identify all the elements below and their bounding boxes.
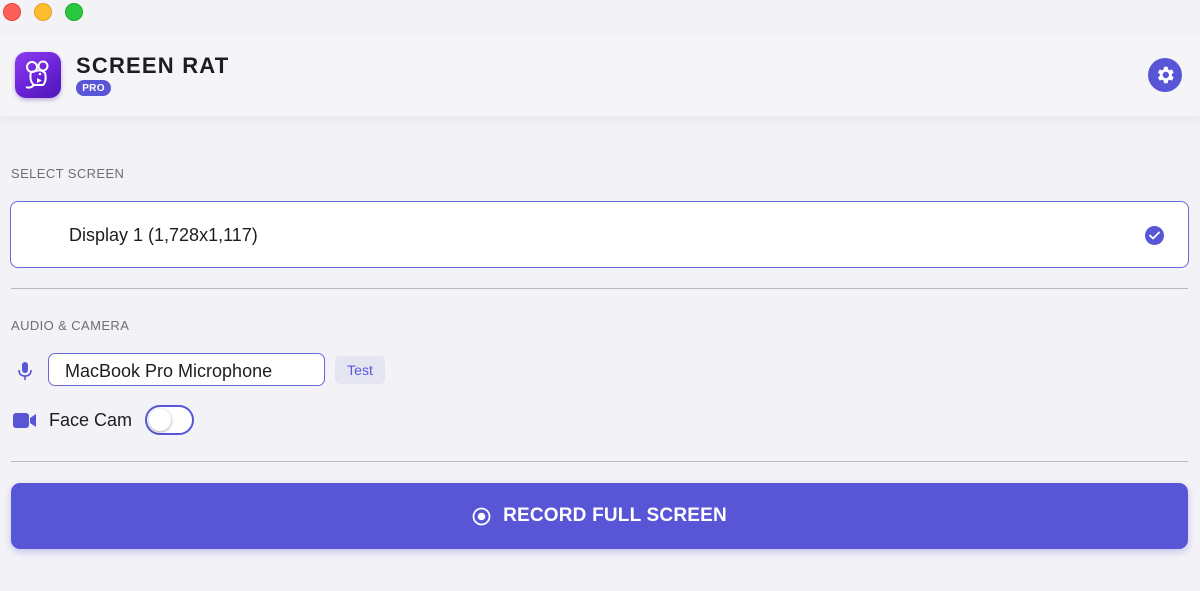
record-button-label: RECORD FULL SCREEN — [503, 505, 727, 526]
face-cam-label: Face Cam — [49, 410, 133, 430]
display-option-label: Display 1 (1,728x1,117) — [69, 225, 258, 245]
audio-camera-heading: AUDIO & CAMERA — [11, 318, 130, 333]
face-cam-toggle[interactable] — [145, 405, 194, 435]
window-controls — [3, 3, 83, 21]
gear-icon — [1157, 66, 1174, 84]
rat-icon — [15, 52, 61, 98]
settings-button[interactable] — [1148, 58, 1182, 92]
maximize-window-button[interactable] — [65, 3, 83, 21]
microphone-icon — [18, 362, 32, 380]
checkmark-icon — [1145, 226, 1164, 245]
app-title: SCREEN RAT — [76, 53, 230, 78]
video-camera-icon — [13, 413, 36, 428]
select-screen-heading: SELECT SCREEN — [11, 166, 125, 181]
app-window: SCREEN RAT PRO SELECT SCREEN Display 1 (… — [0, 0, 1200, 591]
record-icon — [472, 507, 491, 525]
section-divider — [11, 288, 1188, 289]
test-microphone-button[interactable]: Test — [335, 356, 385, 384]
microphone-select[interactable]: MacBook Pro Microphone — [48, 353, 325, 386]
app-header: SCREEN RAT PRO — [0, 36, 1200, 116]
section-divider — [11, 461, 1188, 462]
record-full-screen-button[interactable]: RECORD FULL SCREEN — [11, 483, 1188, 549]
close-window-button[interactable] — [3, 3, 21, 21]
pro-badge: PRO — [76, 80, 111, 96]
toggle-knob — [149, 409, 171, 431]
display-option[interactable]: Display 1 (1,728x1,117) — [10, 201, 1189, 268]
minimize-window-button[interactable] — [34, 3, 52, 21]
